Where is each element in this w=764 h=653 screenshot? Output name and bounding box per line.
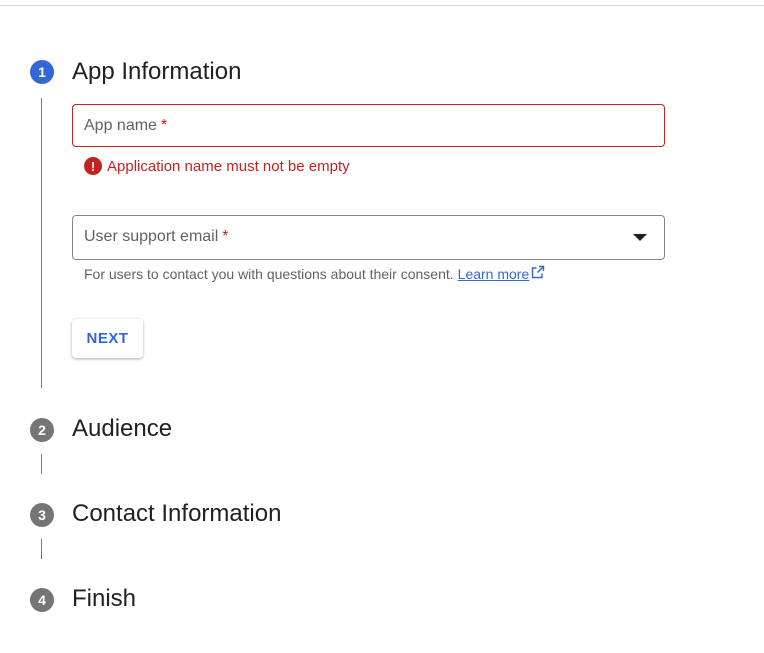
support-email-hint-text: For users to contact you with questions … <box>84 265 454 282</box>
support-email-select[interactable]: User support email * <box>72 215 665 260</box>
step-1-number: 1 <box>30 60 54 84</box>
step-2-connector <box>41 454 42 474</box>
step-1-title[interactable]: App Information <box>72 57 241 87</box>
step-3-connector <box>41 539 42 559</box>
required-marker: * <box>222 228 229 245</box>
step-4-title[interactable]: Finish <box>72 584 136 614</box>
dropdown-arrow-icon[interactable] <box>633 234 647 241</box>
support-email-hint: For users to contact you with questions … <box>84 265 545 282</box>
app-name-field[interactable]: App name * <box>72 104 665 147</box>
app-name-error: ! Application name must not be empty <box>84 157 350 175</box>
step-3-title[interactable]: Contact Information <box>72 499 281 529</box>
next-button[interactable]: NEXT <box>72 319 143 358</box>
learn-more-link[interactable]: Learn more <box>458 266 530 282</box>
step-1-connector <box>41 98 42 388</box>
step-2-number: 2 <box>30 418 54 442</box>
error-circle-icon: ! <box>84 157 102 175</box>
step-4-number: 4 <box>30 588 54 612</box>
support-email-label: User support email * <box>84 228 229 245</box>
app-name-error-text: Application name must not be empty <box>107 157 350 175</box>
top-divider <box>0 5 764 6</box>
app-name-label: App name * <box>84 117 168 134</box>
open-in-new-icon[interactable] <box>531 265 545 282</box>
oauth-consent-stepper: 1 App Information App name * ! Applicatio… <box>0 0 764 653</box>
step-3-number: 3 <box>30 503 54 527</box>
step-2-title[interactable]: Audience <box>72 414 172 444</box>
required-marker: * <box>160 117 168 134</box>
